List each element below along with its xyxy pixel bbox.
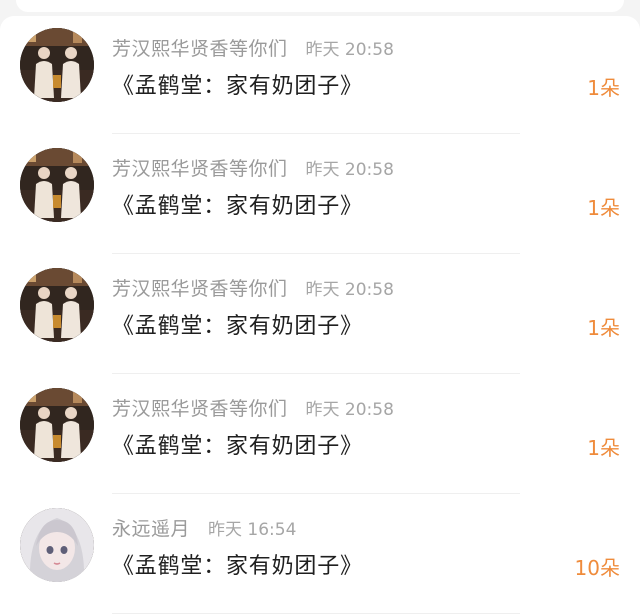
divider [112,493,520,494]
anime-girl-avatar-icon[interactable] [20,508,94,582]
gift-message: 《孟鹤堂：家有奶团子》 [112,314,363,339]
sender-name[interactable]: 永远遥月 [112,514,190,541]
flower-count: 1朵 [587,436,620,460]
previous-card-edge [16,0,624,12]
flower-count: 1朵 [587,76,620,100]
sender-meta: 芳汉熙华贤香等你们 昨天 20:58 [112,34,394,60]
gift-message: 《孟鹤堂：家有奶团子》 [112,194,363,219]
gift-message: 《孟鹤堂：家有奶团子》 [112,434,363,459]
duo-performers-avatar-icon[interactable] [20,388,94,462]
timestamp: 昨天 20:58 [305,399,394,420]
timestamp: 昨天 20:58 [305,159,394,180]
gift-list: 芳汉熙华贤香等你们 昨天 20:58 《孟鹤堂：家有奶团子》 1朵 芳汉熙华贤香… [0,16,640,614]
duo-performers-avatar-icon[interactable] [20,268,94,342]
timestamp: 昨天 16:54 [208,519,297,540]
sender-name[interactable]: 芳汉熙华贤香等你们 [112,394,288,421]
sender-name[interactable]: 芳汉熙华贤香等你们 [112,154,288,181]
sender-meta: 永远遥月 昨天 16:54 [112,514,296,540]
timestamp: 昨天 20:58 [305,279,394,300]
duo-performers-avatar-icon[interactable] [20,148,94,222]
sender-name[interactable]: 芳汉熙华贤香等你们 [112,34,288,61]
flower-count: 1朵 [587,316,620,340]
divider [112,253,520,254]
divider [112,133,520,134]
timestamp: 昨天 20:58 [305,39,394,60]
gift-message: 《孟鹤堂：家有奶团子》 [112,554,363,579]
sender-name[interactable]: 芳汉熙华贤香等你们 [112,274,288,301]
gift-message: 《孟鹤堂：家有奶团子》 [112,74,363,99]
gift-list-item[interactable]: 芳汉熙华贤香等你们 昨天 20:58 《孟鹤堂：家有奶团子》 1朵 [0,256,640,374]
duo-performers-avatar-icon[interactable] [20,28,94,102]
sender-meta: 芳汉熙华贤香等你们 昨天 20:58 [112,394,394,420]
gift-list-item[interactable]: 永远遥月 昨天 16:54 《孟鹤堂：家有奶团子》 10朵 [0,496,640,614]
sender-meta: 芳汉熙华贤香等你们 昨天 20:58 [112,154,394,180]
sender-meta: 芳汉熙华贤香等你们 昨天 20:58 [112,274,394,300]
flower-count: 10朵 [574,556,620,580]
gift-list-item[interactable]: 芳汉熙华贤香等你们 昨天 20:58 《孟鹤堂：家有奶团子》 1朵 [0,376,640,494]
divider [112,373,520,374]
gift-record-page: 芳汉熙华贤香等你们 昨天 20:58 《孟鹤堂：家有奶团子》 1朵 芳汉熙华贤香… [0,0,640,614]
gift-list-item[interactable]: 芳汉熙华贤香等你们 昨天 20:58 《孟鹤堂：家有奶团子》 1朵 [0,136,640,254]
flower-count: 1朵 [587,196,620,220]
gift-list-item[interactable]: 芳汉熙华贤香等你们 昨天 20:58 《孟鹤堂：家有奶团子》 1朵 [0,16,640,134]
